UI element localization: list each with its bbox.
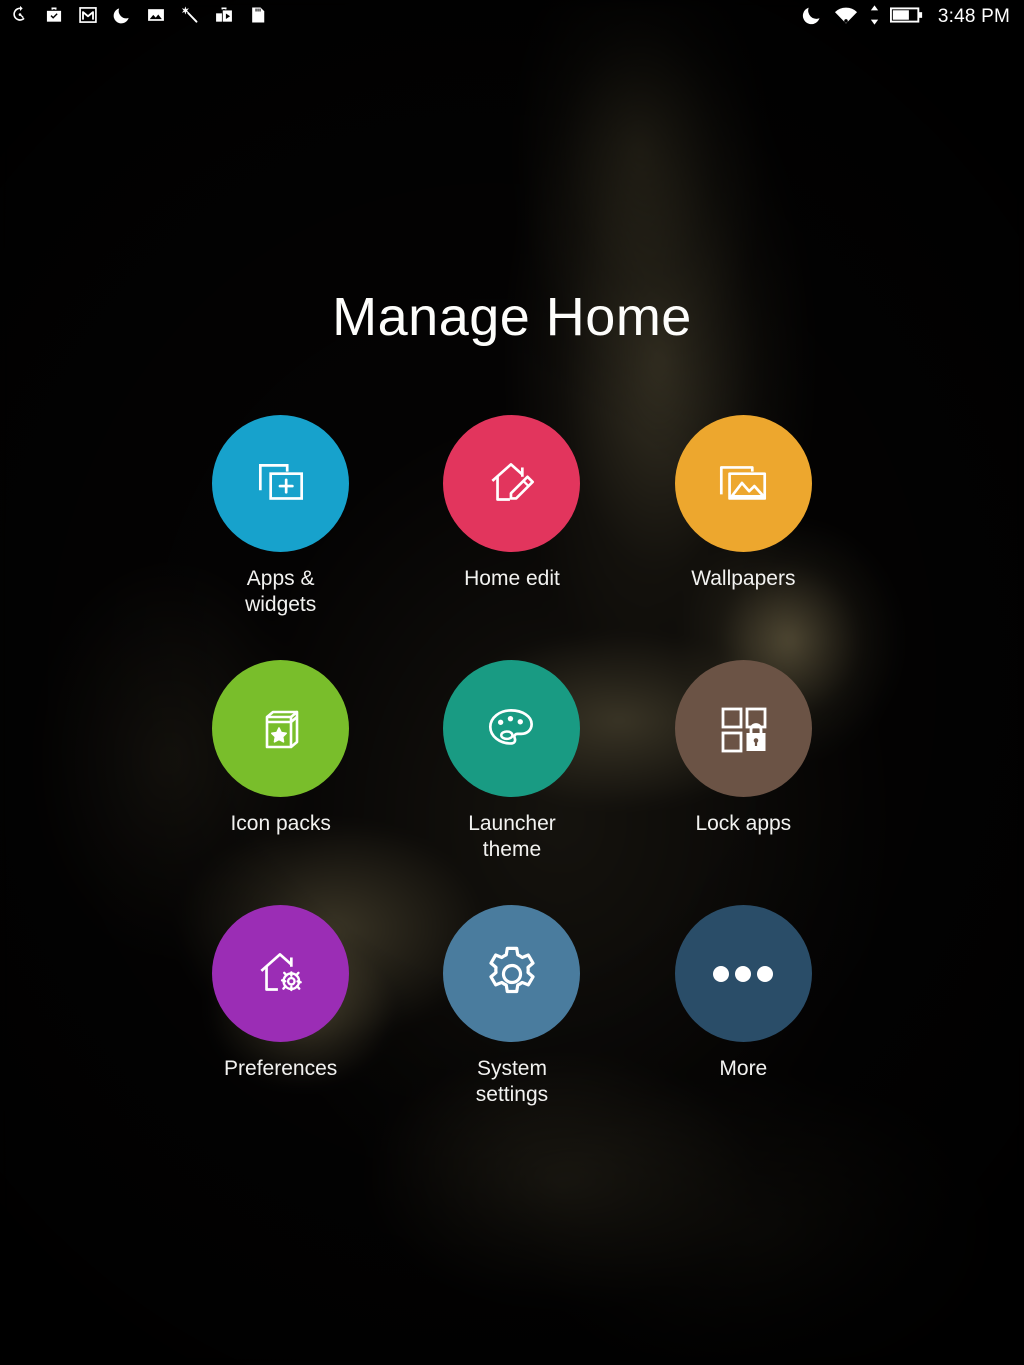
battery-icon	[889, 5, 924, 30]
preferences-home-gear-icon	[250, 943, 312, 1005]
manage-home-menu-grid: Apps & widgets Home edit Wallpapers Icon…	[0, 415, 1024, 1150]
menu-item-home-edit[interactable]: Home edit	[396, 415, 627, 660]
preferences-bubble[interactable]	[212, 905, 350, 1042]
menu-item-label: Lock apps	[695, 812, 792, 835]
home-edit-bubble[interactable]	[443, 415, 581, 552]
apps-widgets-icon	[250, 453, 312, 515]
notification-icon-group	[10, 5, 268, 30]
menu-item-launcher-theme[interactable]: Launcher theme	[396, 660, 627, 905]
icon-packs-box-star-icon	[251, 699, 311, 759]
play-store-icon	[214, 5, 234, 30]
lock-apps-bubble[interactable]	[674, 660, 812, 797]
menu-item-icon-packs[interactable]: Icon packs	[165, 660, 396, 905]
status-bar-clock: 3:48 PM	[937, 6, 1010, 27]
gmail-icon	[78, 5, 98, 30]
menu-item-label: Apps & widgets	[245, 567, 317, 616]
menu-item-more[interactable]: More	[628, 905, 859, 1150]
wifi-icon	[833, 4, 859, 31]
menu-item-system-settings[interactable]: System settings	[396, 905, 627, 1150]
menu-item-label: Wallpapers	[691, 567, 796, 590]
do-not-disturb-icon	[801, 4, 823, 31]
launcher-theme-palette-icon	[481, 698, 543, 760]
menu-item-lock-apps[interactable]: Lock apps	[628, 660, 859, 905]
menu-item-label: Home edit	[464, 567, 560, 590]
menu-item-label: Preferences	[224, 1057, 338, 1080]
menu-item-preferences[interactable]: Preferences	[165, 905, 396, 1150]
data-transfer-arrows-icon	[869, 4, 880, 31]
system-settings-gear-icon	[480, 942, 544, 1006]
menu-item-wallpapers[interactable]: Wallpapers	[628, 415, 859, 660]
more-bubble[interactable]	[674, 905, 812, 1042]
magic-wand-icon	[180, 5, 200, 30]
status-bar: 3:48 PM	[0, 0, 1024, 34]
system-status-icon-group: 3:48 PM	[801, 4, 1010, 31]
launcher-theme-bubble[interactable]	[443, 660, 581, 797]
wallpapers-images-icon	[712, 453, 774, 515]
briefcase-check-icon	[44, 5, 64, 30]
manage-home-screen: 3:48 PM Manage Home Apps & widgets Home …	[0, 0, 1024, 1365]
lock-apps-padlock-grid-icon	[714, 700, 772, 758]
more-dots-icon	[710, 964, 776, 984]
menu-item-label: Launcher theme	[468, 812, 556, 861]
page-title: Manage Home	[332, 287, 692, 347]
menu-item-label: More	[719, 1057, 768, 1080]
wallpapers-bubble[interactable]	[674, 415, 812, 552]
alarm-timer-icon	[10, 5, 30, 30]
home-edit-pencil-icon	[481, 453, 543, 515]
menu-item-label: System settings	[475, 1057, 549, 1106]
menu-item-apps-and-widgets[interactable]: Apps & widgets	[165, 415, 396, 660]
sd-card-icon	[248, 5, 268, 30]
apps-and-widgets-bubble[interactable]	[212, 415, 350, 552]
menu-item-label: Icon packs	[230, 812, 331, 835]
system-settings-bubble[interactable]	[443, 905, 581, 1042]
do-not-disturb-moon-icon	[112, 5, 132, 30]
icon-packs-bubble[interactable]	[212, 660, 350, 797]
photo-gallery-icon	[146, 5, 166, 30]
